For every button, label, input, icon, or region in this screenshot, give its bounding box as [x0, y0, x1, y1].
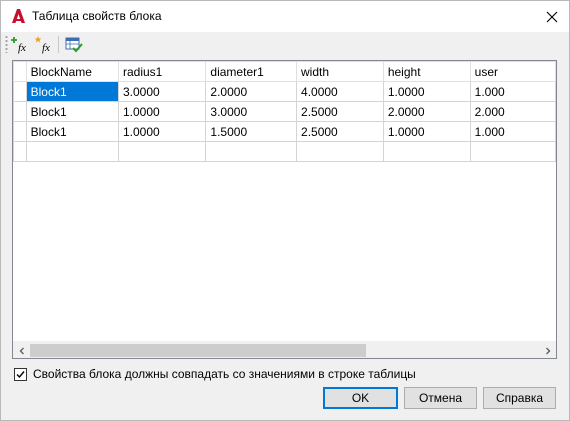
table-cell[interactable]: Block1: [25, 81, 120, 102]
scroll-right-button[interactable]: [539, 342, 556, 358]
svg-text:fx: fx: [18, 42, 26, 54]
column-header-user[interactable]: user: [469, 61, 556, 82]
corner-cell[interactable]: [13, 61, 27, 82]
ok-button[interactable]: OK: [323, 387, 398, 409]
table-cell[interactable]: 1.000: [469, 81, 556, 102]
match-properties-option: Свойства блока должны совпадать со значе…: [14, 367, 416, 381]
audit-table-icon: [65, 37, 83, 53]
table-cell[interactable]: [382, 141, 471, 162]
autocad-logo-icon: [12, 9, 25, 23]
table-cell[interactable]: 4.0000: [296, 81, 384, 102]
toolbar-separator: [58, 36, 59, 53]
table-row: Block1 1.0000 3.0000 2.5000 2.0000 2.000: [13, 101, 556, 122]
table-cell[interactable]: 2.0000: [382, 101, 471, 122]
close-icon: [546, 11, 558, 22]
title-bar[interactable]: Таблица свойств блока: [1, 1, 569, 32]
scrollbar-thumb[interactable]: [30, 344, 366, 357]
table-cell[interactable]: 2.5000: [296, 101, 384, 122]
column-header-diameter1[interactable]: diameter1: [205, 61, 298, 82]
table-cell[interactable]: 3.0000: [205, 101, 298, 122]
user-parameter-button[interactable]: fx: [34, 35, 56, 55]
properties-table: BlockName radius1 diameter1 width height…: [13, 61, 556, 162]
table-cell[interactable]: 1.0000: [117, 101, 207, 122]
match-properties-checkbox[interactable]: [14, 367, 27, 381]
table-cell[interactable]: Block1: [25, 121, 120, 142]
table-cell[interactable]: [117, 141, 207, 162]
add-fx-icon: fx: [11, 37, 26, 54]
svg-text:fx: fx: [42, 42, 50, 54]
column-header-radius1[interactable]: radius1: [117, 61, 207, 82]
column-header-width[interactable]: width: [296, 61, 384, 82]
table-cell[interactable]: 1.5000: [205, 121, 298, 142]
chevron-right-icon: [545, 347, 550, 354]
table-cell[interactable]: 1.0000: [117, 121, 207, 142]
properties-grid[interactable]: BlockName radius1 diameter1 width height…: [12, 60, 557, 359]
row-header[interactable]: [13, 141, 27, 162]
table-cell[interactable]: [296, 141, 384, 162]
table-cell[interactable]: [25, 141, 120, 162]
close-button[interactable]: [535, 1, 569, 32]
table-cell[interactable]: 1.0000: [382, 81, 471, 102]
table-cell[interactable]: [469, 141, 556, 162]
toolbar: fx fx: [1, 32, 569, 58]
scroll-left-button[interactable]: [13, 342, 30, 358]
table-cell[interactable]: Block1: [25, 101, 120, 122]
row-header[interactable]: [13, 121, 27, 142]
window-title: Таблица свойств блока: [32, 9, 162, 23]
table-row: Block1 1.0000 1.5000 2.5000 1.0000 1.000: [13, 121, 556, 142]
checkmark-icon: [16, 370, 25, 378]
column-header-blockname[interactable]: BlockName: [25, 61, 120, 82]
help-button[interactable]: Справка: [483, 387, 556, 409]
table-row: Block1 3.0000 2.0000 4.0000 1.0000 1.000: [13, 81, 556, 102]
row-header[interactable]: [13, 101, 27, 122]
cancel-button[interactable]: Отмена: [404, 387, 477, 409]
table-cell[interactable]: [205, 141, 298, 162]
header-row: BlockName radius1 diameter1 width height…: [13, 61, 556, 82]
horizontal-scrollbar[interactable]: [13, 341, 556, 358]
user-fx-icon: fx: [35, 36, 50, 54]
toolbar-grip[interactable]: [5, 35, 8, 53]
row-header[interactable]: [13, 81, 27, 102]
block-properties-dialog: Таблица свойств блока fx fx BlockName ra…: [0, 0, 570, 421]
table-cell[interactable]: 2.5000: [296, 121, 384, 142]
chevron-left-icon: [19, 347, 24, 354]
match-properties-label[interactable]: Свойства блока должны совпадать со значе…: [33, 367, 416, 381]
column-header-height[interactable]: height: [382, 61, 471, 82]
audit-table-button[interactable]: [63, 35, 85, 55]
table-cell[interactable]: 1.0000: [382, 121, 471, 142]
table-cell[interactable]: 1.000: [469, 121, 556, 142]
new-row: [13, 141, 556, 162]
new-parameter-button[interactable]: fx: [10, 35, 32, 55]
table-cell[interactable]: 2.0000: [205, 81, 298, 102]
table-cell[interactable]: 2.000: [469, 101, 556, 122]
table-cell[interactable]: 3.0000: [117, 81, 207, 102]
